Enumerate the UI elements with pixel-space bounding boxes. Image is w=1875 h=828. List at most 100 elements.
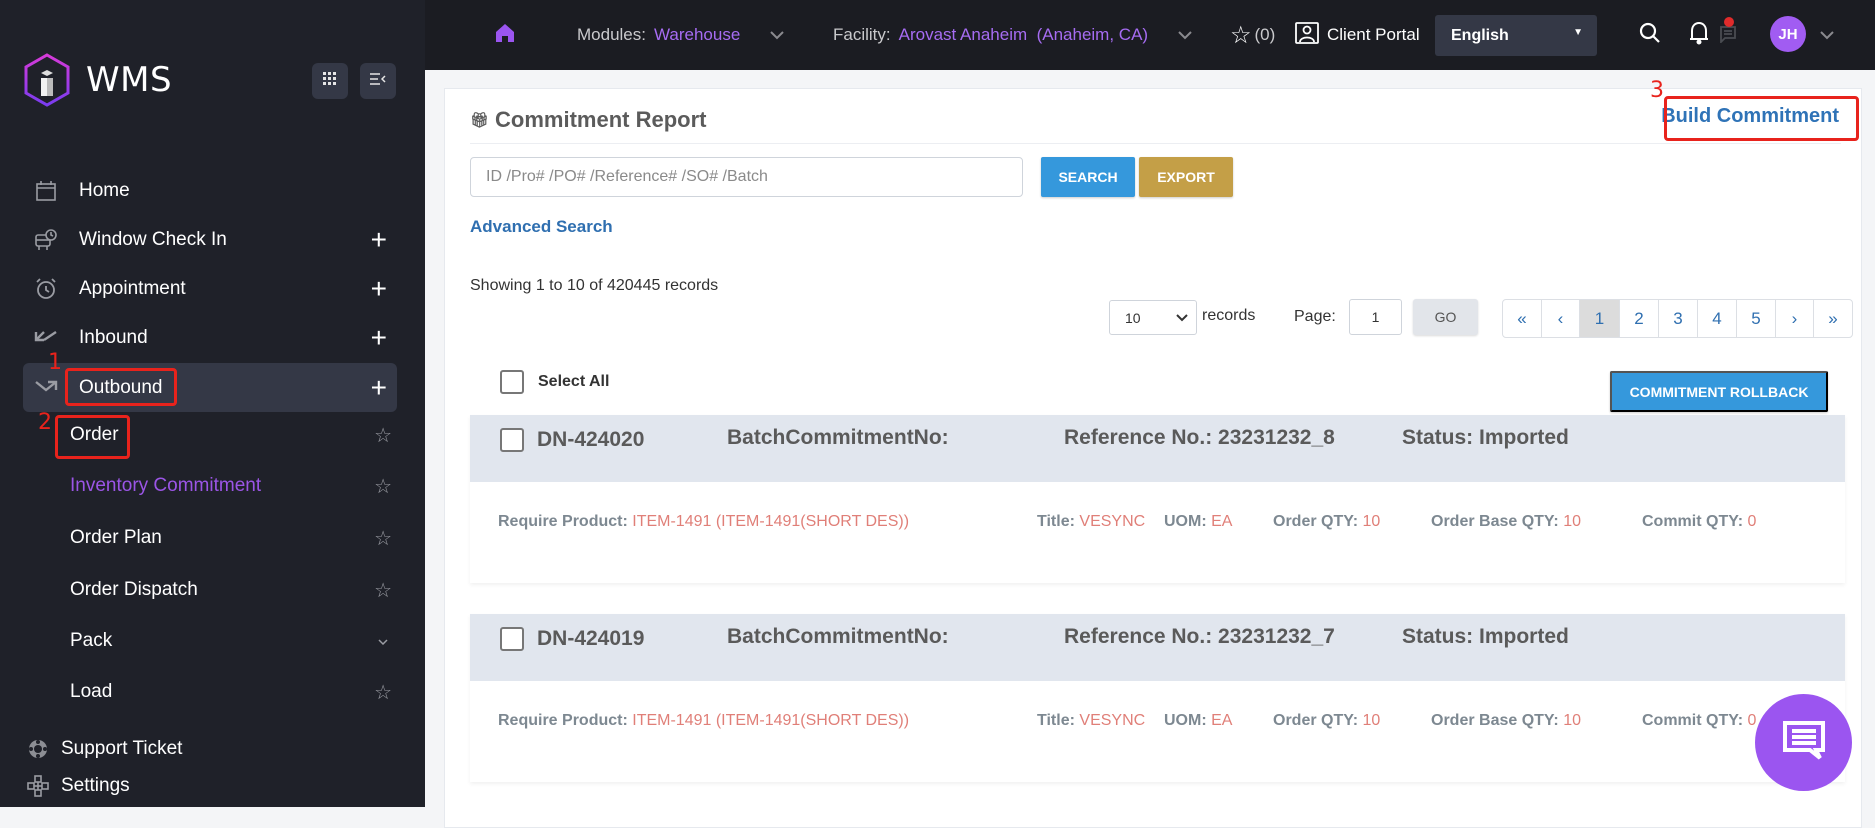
favorites-button[interactable]: ☆ (0) [1230,0,1275,70]
favorite-star-icon[interactable]: ☆ [374,578,392,603]
require-product-value: ITEM-1491 (ITEM-1491(SHORT DES)) [632,513,910,530]
client-portal-button[interactable]: Client Portal [1295,0,1420,70]
order-qty-field: Order QTY: 10 [1273,513,1380,531]
sidebar-item-appointment[interactable]: Appointment + [23,264,397,313]
sidebar-item-label: Home [79,179,130,201]
notifications-button[interactable] [1689,0,1709,70]
pagination-prev[interactable]: ‹ [1542,300,1580,337]
pagination-last[interactable]: » [1814,300,1852,337]
page-number-input[interactable] [1349,299,1402,335]
reference-no: Reference No.: 23231232_7 [1064,625,1335,648]
sidebar-subitem-pack[interactable]: Pack [70,621,397,661]
facility-value: Arovast Anaheim (Anaheim, CA) [898,25,1149,44]
commit-qty-field: Commit QTY: 0 [1642,513,1756,531]
annotation-box-order [55,415,130,459]
gift-icon: 🎁︎ [470,112,490,129]
expand-plus-icon[interactable]: + [371,373,387,402]
page-title: 🎁︎ Commitment Report [470,107,707,133]
select-all-checkbox[interactable] [500,370,524,394]
calendar-icon [33,178,59,204]
annotation-number: 1 [48,350,62,375]
sidebar-item-inbound[interactable]: Inbound + [23,313,397,362]
record-id[interactable]: DN-424019 [537,627,644,651]
chat-button[interactable] [1755,694,1852,791]
settings-nodes-icon [27,775,49,797]
apps-grid-button[interactable] [312,63,348,99]
favorite-star-icon[interactable]: ☆ [374,423,392,448]
commitment-report-panel: 🎁︎ Commitment Report Build Commitment SE… [444,88,1862,828]
sidebar-item-window-check-in[interactable]: Window Check In + [23,215,397,264]
sidebar-item-settings[interactable]: Settings [27,771,130,801]
chevron-down-icon[interactable] [378,634,388,648]
export-button[interactable]: EXPORT [1139,157,1233,197]
record-header: DN-424019 BatchCommitmentNo: Reference N… [470,614,1845,681]
sidebar-subitem-order-dispatch[interactable]: Order Dispatch ☆ [70,570,397,610]
sidebar-item-label: Appointment [79,277,186,299]
messages-button[interactable] [1719,0,1737,70]
select-all[interactable]: Select All [500,370,609,394]
home-button[interactable] [495,0,515,70]
pagination-next[interactable]: › [1776,300,1814,337]
sidebar-subitem-label: Order Plan [70,527,162,548]
collapse-sidebar-button[interactable] [360,63,396,99]
expand-plus-icon[interactable]: + [371,225,387,254]
chevron-down-icon [770,25,785,45]
pagination-page-5[interactable]: 5 [1737,300,1776,337]
sidebar-item-home[interactable]: Home [23,166,397,215]
order-base-qty-value: 10 [1563,513,1581,530]
favorite-star-icon[interactable]: ☆ [374,474,392,499]
expand-plus-icon[interactable]: + [371,323,387,352]
sidebar-subitem-label: Load [70,681,113,702]
require-product-field: Require Product: ITEM-1491 (ITEM-1491(SH… [498,712,909,730]
order-qty-value: 10 [1362,712,1381,729]
language-select[interactable]: English ▼ [1435,15,1597,56]
message-icon [1719,16,1737,48]
user-menu-chevron[interactable] [1820,0,1834,70]
global-search-button[interactable] [1639,0,1661,70]
wms-logo-icon [22,52,72,108]
commit-qty-value: 0 [1747,513,1757,530]
pagination-page-3[interactable]: 3 [1659,300,1698,337]
commitment-rollback-button[interactable]: COMMITMENT ROLLBACK [1610,371,1828,412]
field-label: Order QTY: [1273,513,1359,530]
advanced-search-link[interactable]: Advanced Search [470,217,613,237]
chat-icon [1782,720,1826,765]
record-checkbox[interactable] [500,627,524,651]
record-id[interactable]: DN-424020 [537,428,644,452]
sidebar-item-label: Support Ticket [61,738,183,759]
go-button[interactable]: GO [1413,299,1478,335]
pagination-first[interactable]: « [1503,300,1542,337]
per-page-select[interactable]: 10 [1109,300,1197,335]
pagination-page-1[interactable]: 1 [1580,300,1620,337]
expand-plus-icon[interactable]: + [371,274,387,303]
order-base-qty-value: 10 [1563,712,1581,729]
favorite-star-icon[interactable]: ☆ [374,526,392,551]
field-label: UOM: [1164,513,1207,530]
caret-down-icon: ▼ [1573,27,1583,38]
search-input[interactable] [470,157,1023,197]
commit-qty-field: Commit QTY: 0 [1642,712,1756,730]
search-button[interactable]: SEARCH [1041,157,1135,197]
sidebar-subitem-inventory-commitment[interactable]: Inventory Commitment ☆ [70,466,397,506]
chevron-down-icon [1176,310,1188,325]
record-checkbox[interactable] [500,428,524,452]
sidebar-subitem-label: Order Dispatch [70,579,198,600]
chevron-down-icon [1820,25,1834,45]
record-status: Status: Imported [1402,426,1569,449]
pagination-page-2[interactable]: 2 [1620,300,1659,337]
facility-selector[interactable]: Facility: Arovast Anaheim (Anaheim, CA) [833,0,1192,70]
star-icon: ☆ [1230,21,1252,49]
language-value: English [1451,26,1509,44]
arrow-down-right-icon [33,375,59,401]
user-avatar[interactable]: JH [1770,16,1806,52]
pagination-page-4[interactable]: 4 [1698,300,1737,337]
page-title-text: Commitment Report [495,107,707,132]
sidebar-subitem-load[interactable]: Load ☆ [70,672,397,712]
sidebar-item-support-ticket[interactable]: Support Ticket [27,734,182,764]
sidebar-subitem-order-plan[interactable]: Order Plan ☆ [70,518,397,558]
favorite-star-icon[interactable]: ☆ [374,680,392,705]
uom-field: UOM: EA [1164,712,1232,730]
search-icon [1639,22,1661,49]
modules-selector[interactable]: Modules: Warehouse [577,0,785,70]
field-label: UOM: [1164,712,1207,729]
